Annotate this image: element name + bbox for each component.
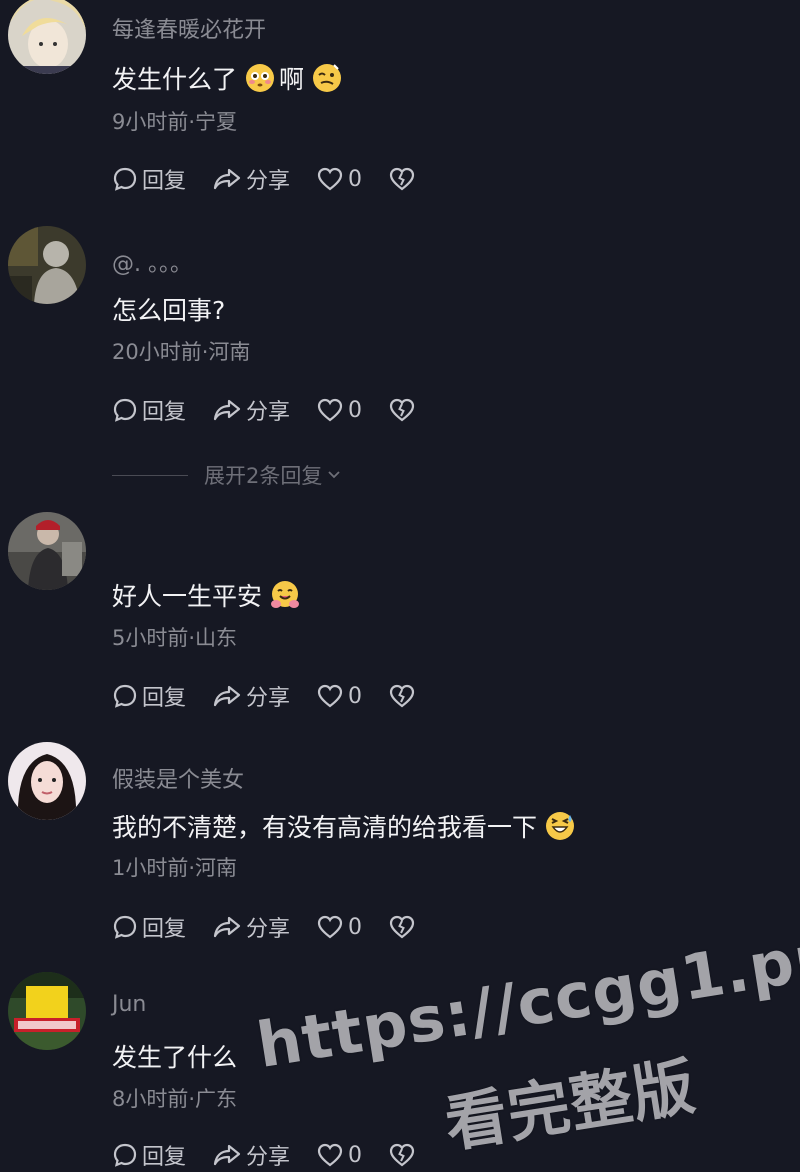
heart-icon xyxy=(317,167,343,191)
comment-actions: 回复 分享 0 xyxy=(112,679,446,713)
like-button[interactable]: 0 xyxy=(316,397,362,423)
divider xyxy=(112,474,188,476)
dislike-button[interactable] xyxy=(388,683,420,709)
dislike-button[interactable] xyxy=(388,1142,420,1168)
reply-label: 回复 xyxy=(142,917,187,942)
comment-text: 发生什么了 啊 xyxy=(112,60,346,96)
comment-text: 我的不清楚，有没有高清的给我看一下 xyxy=(112,808,579,844)
share-label: 分享 xyxy=(246,169,291,194)
hugging-face-emoji-icon xyxy=(271,581,300,608)
broken-heart-icon xyxy=(389,398,415,422)
comment-actions: 回复 分享 0 xyxy=(112,910,446,944)
reply-button[interactable]: 回复 xyxy=(112,680,186,712)
flushed-emoji-icon xyxy=(246,64,275,92)
heart-icon xyxy=(317,398,343,422)
share-label: 分享 xyxy=(246,400,291,425)
username[interactable]: 假装是个美女 xyxy=(112,762,244,794)
share-button[interactable]: 分享 xyxy=(212,680,290,712)
comment-actions: 回复 分享 0 xyxy=(112,393,446,427)
reply-button[interactable]: 回复 xyxy=(112,911,186,943)
comment-meta: 1小时前·河南 xyxy=(112,856,238,880)
comment-text-body: 发生什么了 xyxy=(112,65,238,94)
comment-text-tail: 啊 xyxy=(279,65,305,94)
username[interactable]: @. 。。。 xyxy=(112,246,192,278)
like-button[interactable]: 0 xyxy=(316,166,362,192)
comment-text-body: 怎么回事? xyxy=(112,296,226,325)
broken-heart-icon xyxy=(389,684,415,708)
dislike-button[interactable] xyxy=(388,397,420,423)
reply-label: 回复 xyxy=(142,686,187,711)
like-count: 0 xyxy=(348,166,363,192)
reply-button[interactable]: 回复 xyxy=(112,394,186,426)
watermark-caption: 看完整版 xyxy=(440,1049,701,1161)
share-arrow-icon xyxy=(213,1144,241,1166)
reply-button[interactable]: 回复 xyxy=(112,1139,186,1171)
comment-text: 发生了什么 xyxy=(112,1038,237,1074)
speech-bubble-icon xyxy=(113,398,137,422)
woozy-emoji-icon xyxy=(313,64,342,92)
comment-meta: 9小时前·宁夏 xyxy=(112,110,238,134)
comment-text: 怎么回事? xyxy=(112,291,225,327)
like-count: 0 xyxy=(348,914,363,940)
dislike-button[interactable] xyxy=(388,166,420,192)
speech-bubble-icon xyxy=(113,684,137,708)
share-label: 分享 xyxy=(246,686,291,711)
comment-actions: 回复 分享 0 xyxy=(112,162,446,196)
share-button[interactable]: 分享 xyxy=(212,911,290,943)
heart-icon xyxy=(317,915,343,939)
avatar[interactable] xyxy=(8,972,86,1050)
username[interactable]: 每逢春暖必花开 xyxy=(112,12,266,44)
comment-meta: 8小时前·广东 xyxy=(112,1087,238,1111)
speech-bubble-icon xyxy=(113,915,137,939)
comment-text: 好人一生平安 xyxy=(112,577,304,613)
share-arrow-icon xyxy=(213,685,241,707)
share-label: 分享 xyxy=(246,1145,291,1170)
speech-bubble-icon xyxy=(113,167,137,191)
reply-label: 回复 xyxy=(142,1145,187,1170)
expand-replies-label: 展开2条回复 xyxy=(204,464,323,488)
comment-meta: 20小时前·河南 xyxy=(112,340,251,364)
expand-replies-button[interactable]: 展开2条回复 xyxy=(112,460,342,490)
heart-icon xyxy=(317,1143,343,1167)
comment-actions: 回复 分享 0 xyxy=(112,1138,446,1172)
like-count: 0 xyxy=(348,683,363,709)
broken-heart-icon xyxy=(389,167,415,191)
broken-heart-icon xyxy=(389,915,415,939)
speech-bubble-icon xyxy=(113,1143,137,1167)
reply-label: 回复 xyxy=(142,169,187,194)
like-count: 0 xyxy=(348,397,363,423)
reply-label: 回复 xyxy=(142,400,187,425)
grinning-sweat-emoji-icon xyxy=(546,812,575,840)
avatar[interactable] xyxy=(8,512,86,590)
share-button[interactable]: 分享 xyxy=(212,1139,290,1171)
share-arrow-icon xyxy=(213,916,241,938)
share-button[interactable]: 分享 xyxy=(212,394,290,426)
dislike-button[interactable] xyxy=(388,914,420,940)
heart-icon xyxy=(317,684,343,708)
like-button[interactable]: 0 xyxy=(316,1142,362,1168)
share-label: 分享 xyxy=(246,917,291,942)
comment-text-body: 我的不清楚，有没有高清的给我看一下 xyxy=(112,813,538,842)
comment-text-body: 好人一生平安 xyxy=(112,582,263,611)
chevron-down-icon xyxy=(328,471,341,479)
like-button[interactable]: 0 xyxy=(316,914,362,940)
like-button[interactable]: 0 xyxy=(316,683,362,709)
reply-button[interactable]: 回复 xyxy=(112,163,186,195)
broken-heart-icon xyxy=(389,1143,415,1167)
like-count: 0 xyxy=(348,1142,363,1168)
avatar[interactable] xyxy=(8,0,86,74)
avatar[interactable] xyxy=(8,742,86,820)
avatar[interactable] xyxy=(8,226,86,304)
share-button[interactable]: 分享 xyxy=(212,163,290,195)
comment-text-body: 发生了什么 xyxy=(112,1043,238,1072)
comment-meta: 5小时前·山东 xyxy=(112,626,238,650)
username[interactable]: Jun xyxy=(112,992,146,1017)
share-arrow-icon xyxy=(213,399,241,421)
share-arrow-icon xyxy=(213,168,241,190)
